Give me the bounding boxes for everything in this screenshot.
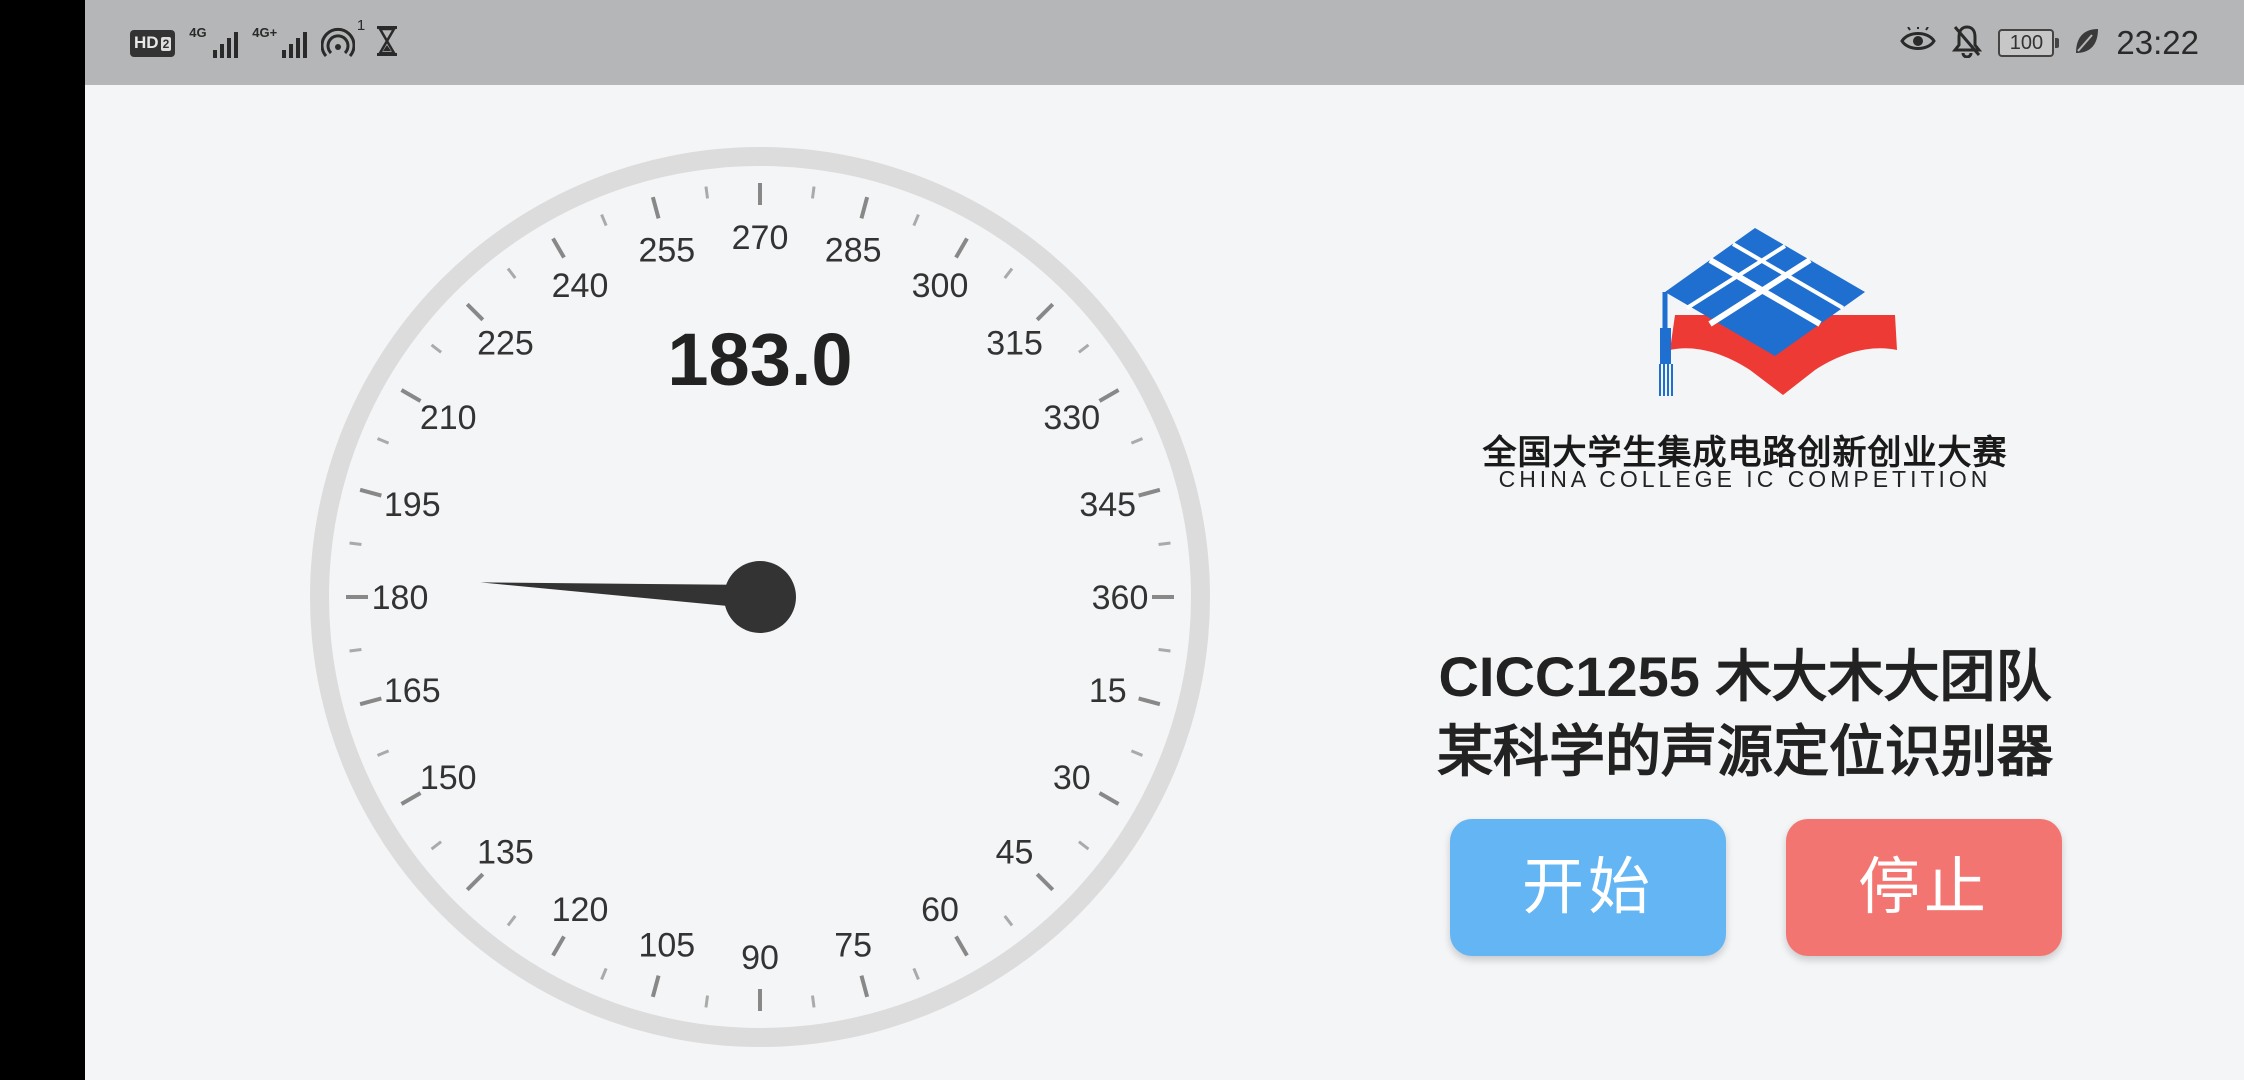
hd-voice-icon: HD 2 bbox=[130, 29, 176, 57]
stop-button[interactable]: 停止 bbox=[1786, 819, 2062, 956]
status-clock: 23:22 bbox=[2116, 24, 2199, 61]
gauge-minor-tick bbox=[704, 186, 710, 199]
gauge-tick-label: 270 bbox=[732, 219, 789, 257]
gauge-tick-label: 105 bbox=[638, 927, 695, 965]
gauge-tick-label: 315 bbox=[986, 324, 1043, 362]
gauge-tick-label: 165 bbox=[384, 672, 441, 710]
gauge-tick-label: 60 bbox=[921, 891, 959, 929]
hourglass-icon bbox=[375, 25, 399, 62]
gauge-tick-label: 240 bbox=[552, 267, 609, 305]
gauge-tick-label: 330 bbox=[1043, 399, 1100, 437]
eye-comfort-icon bbox=[1900, 25, 1937, 60]
gauge-tick-label: 90 bbox=[741, 939, 779, 977]
app-screen: HD 2 4G 4G+ 1 100 23:22 270 285 300 315 … bbox=[85, 0, 2244, 1080]
gauge-value-readout: 183.0 bbox=[667, 318, 852, 401]
gauge-tick-label: 135 bbox=[477, 834, 534, 872]
status-bar: HD 2 4G 4G+ 1 100 23:22 bbox=[85, 0, 2244, 85]
battery-icon: 100 bbox=[1998, 29, 2060, 57]
graduation-cap-logo-icon bbox=[1659, 228, 1897, 396]
gauge-tick-label: 225 bbox=[477, 324, 534, 362]
gauge-tick-label: 285 bbox=[825, 231, 882, 269]
gauge-tick-label: 30 bbox=[1053, 759, 1091, 797]
gauge-tick-label: 255 bbox=[638, 231, 695, 269]
start-button[interactable]: 开始 bbox=[1450, 819, 1726, 956]
gauge-tick-label: 360 bbox=[1092, 579, 1149, 617]
gauge-minor-tick bbox=[810, 995, 816, 1008]
status-right-icons: 100 23:22 bbox=[1900, 20, 2199, 66]
team-title: CICC1255 木大木大团队 bbox=[1438, 645, 2052, 708]
gauge-tick-label: 180 bbox=[372, 579, 429, 617]
gauge-tick-label: 15 bbox=[1089, 672, 1127, 710]
status-left-icons: HD 2 4G 4G+ 1 bbox=[130, 17, 399, 64]
gauge-tick-label: 195 bbox=[384, 486, 441, 524]
hotspot-icon: 1 bbox=[320, 17, 365, 61]
gauge-tick-label: 120 bbox=[552, 891, 609, 929]
logo-english-text: CHINA COLLEGE IC COMPETITION bbox=[1498, 466, 1992, 492]
gauge-minor-tick bbox=[1158, 647, 1171, 653]
gauge-tick-label: 210 bbox=[420, 399, 477, 437]
gauge-needle-hub bbox=[724, 561, 796, 633]
project-title: 某科学的声源定位识别器 bbox=[1437, 720, 2053, 783]
gauge-minor-tick bbox=[349, 541, 362, 547]
signal-4g-plus-icon: 4G+ bbox=[252, 26, 308, 58]
gauge-minor-tick bbox=[704, 995, 710, 1008]
gauge-tick-label: 45 bbox=[996, 834, 1034, 872]
gauge-tick-label: 300 bbox=[912, 267, 969, 305]
leaf-icon bbox=[2074, 27, 2100, 60]
signal-4g-icon: 4G bbox=[189, 26, 239, 58]
gauge-minor-tick bbox=[1158, 541, 1171, 547]
mute-bell-icon bbox=[1952, 24, 1983, 63]
gauge-minor-tick bbox=[810, 186, 816, 199]
gauge-tick-label: 345 bbox=[1079, 486, 1136, 524]
competition-logo: 全国大学生集成电路创新创业大赛 CHINA COLLEGE IC COMPETI… bbox=[1465, 210, 2025, 500]
gauge-tick-label: 75 bbox=[834, 927, 872, 965]
direction-gauge: 270 285 300 315330 345 360 15 30 45 60 75 90 105 120 1… bbox=[310, 147, 1210, 1047]
gauge-tick-label: 150 bbox=[420, 759, 477, 797]
gauge-minor-tick bbox=[349, 647, 362, 653]
